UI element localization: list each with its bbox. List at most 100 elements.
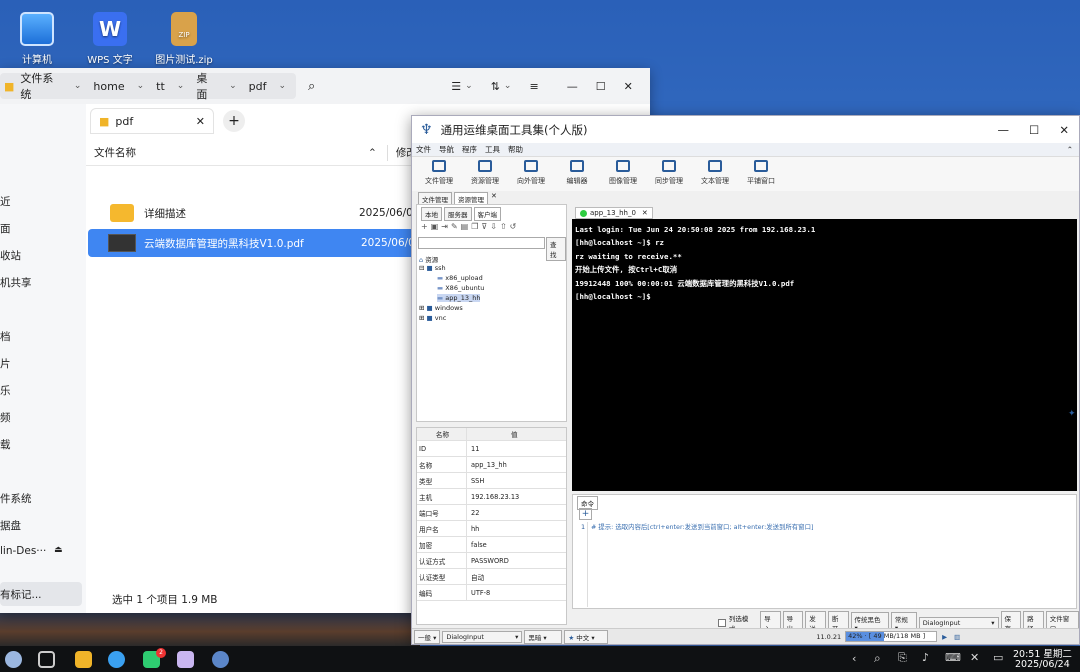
tray-expand-icon[interactable]: ‹: [852, 652, 856, 665]
column-name[interactable]: 文件名称: [94, 145, 136, 160]
sidebar-item[interactable]: 近: [0, 194, 11, 209]
desktop-icon-computer[interactable]: 计算机: [5, 12, 69, 66]
breadcrumb-item[interactable]: 文件系统: [14, 70, 67, 102]
trash-icon[interactable]: ▥: [954, 633, 960, 641]
menu-program[interactable]: 程序: [462, 144, 477, 155]
clock-time[interactable]: 20:51 星期二: [1013, 646, 1072, 660]
toolbar-resource[interactable]: 资源管理: [462, 157, 508, 186]
menu-icon[interactable]: ≡: [529, 80, 538, 93]
chevron-down-icon[interactable]: ⌄: [465, 81, 473, 91]
collapse-icon[interactable]: ⌃: [1067, 145, 1073, 154]
breadcrumb-item[interactable]: tt: [150, 80, 171, 93]
checkbox[interactable]: [718, 619, 726, 627]
notification-icon[interactable]: ▭: [993, 651, 1003, 664]
eject-icon[interactable]: ⏏: [54, 545, 63, 555]
list-view-icon[interactable]: ☰: [451, 80, 461, 93]
login-icon[interactable]: ⇥: [441, 222, 451, 231]
delete-icon[interactable]: ▤: [461, 222, 472, 231]
sidebar-item[interactable]: 件系统: [0, 491, 32, 506]
close-icon[interactable]: ✕: [624, 80, 633, 93]
breadcrumb-item[interactable]: home: [87, 80, 130, 93]
wrench-icon[interactable]: ✦: [1068, 409, 1076, 419]
breadcrumb-item[interactable]: 桌面: [190, 70, 223, 102]
session-tab[interactable]: app_13_hh_0 ✕: [575, 207, 653, 219]
search-icon[interactable]: ⌕: [874, 651, 881, 666]
sidebar-item[interactable]: 片: [0, 356, 11, 371]
menu-nav[interactable]: 导航: [439, 144, 454, 155]
sidebar-item[interactable]: 据盘: [0, 518, 21, 533]
language-select[interactable]: ★ 中文 ▾: [564, 629, 609, 644]
add-icon[interactable]: +: [421, 222, 431, 231]
close-icon[interactable]: ✕: [642, 209, 648, 217]
ops-tool-app-icon[interactable]: [212, 651, 229, 668]
sidebar-item[interactable]: 载: [0, 437, 11, 452]
browser-icon[interactable]: [108, 651, 125, 668]
command-editor[interactable]: # 提示: 选取内容后[ctrl+enter:发送到当前窗口; alt+ente…: [587, 522, 1065, 607]
chevron-down-icon[interactable]: ⌄: [68, 81, 88, 91]
network-disabled-icon[interactable]: ✕: [970, 651, 979, 664]
clock-date[interactable]: 2025/06/24: [1015, 659, 1070, 670]
toolbar-editor[interactable]: 编辑器: [554, 157, 600, 186]
tab-server[interactable]: 服务器: [444, 207, 472, 221]
add-tab-icon[interactable]: +: [223, 110, 245, 132]
minimize-icon[interactable]: —: [567, 80, 578, 93]
theme-dark-select[interactable]: 黑暗 ▾: [524, 629, 563, 644]
refresh-icon[interactable]: ↺: [510, 222, 520, 231]
sort-icon[interactable]: ⇅: [491, 80, 500, 93]
tab-local[interactable]: 本地: [421, 207, 442, 221]
close-icon[interactable]: ✕: [1059, 123, 1069, 137]
multitask-view-icon[interactable]: [38, 651, 55, 668]
terminal[interactable]: Last login: Tue Jun 24 20:50:08 2025 fro…: [572, 219, 1077, 491]
resource-search-input[interactable]: [418, 237, 545, 249]
tree-windows[interactable]: ⊞ ■ windows: [419, 304, 463, 312]
sidebar-item[interactable]: 面: [0, 221, 11, 236]
menu-file[interactable]: 文件: [416, 144, 431, 155]
copy-icon[interactable]: ❐: [471, 222, 481, 231]
toolbar-file-manage[interactable]: 文件管理: [416, 157, 462, 186]
sidebar-item[interactable]: 收站: [0, 248, 21, 263]
search-icon[interactable]: ⌕: [308, 79, 315, 94]
status-font-select[interactable]: DialogInput ▾: [442, 630, 523, 643]
file-manager-app-icon[interactable]: [75, 651, 92, 668]
export-icon[interactable]: ⇧: [500, 222, 510, 231]
breadcrumb-item[interactable]: pdf: [243, 80, 273, 93]
close-icon[interactable]: ✕: [196, 115, 205, 128]
mode-select[interactable]: 一般 ▾: [414, 629, 441, 644]
toolbar-external[interactable]: 向外管理: [508, 157, 554, 186]
desktop-icon-zip[interactable]: ZIP 图片测试.zip: [152, 12, 216, 66]
chevron-down-icon[interactable]: ⌄: [131, 81, 151, 91]
tab-pdf[interactable]: ■ pdf ✕: [90, 108, 214, 134]
import-icon[interactable]: ⇩: [490, 222, 500, 231]
menu-help[interactable]: 帮助: [508, 144, 523, 155]
text-editor-app-icon[interactable]: [177, 651, 194, 668]
play-icon[interactable]: ▶: [942, 633, 947, 641]
minimize-icon[interactable]: —: [998, 123, 1010, 137]
chevron-down-icon[interactable]: ⌄: [171, 81, 191, 91]
add-command-icon[interactable]: +: [579, 508, 592, 520]
toolbar-image[interactable]: 图像管理: [600, 157, 646, 186]
keyboard-icon[interactable]: ⌨: [945, 651, 961, 664]
tree-root[interactable]: ⌂ 资源: [419, 254, 438, 264]
maximize-icon[interactable]: ☐: [1029, 123, 1039, 137]
toolbar-sync[interactable]: 同步管理: [646, 157, 692, 186]
sidebar-item[interactable]: 机共享: [0, 275, 32, 290]
volume-icon[interactable]: ♪: [922, 651, 929, 664]
clipboard-icon[interactable]: ⎘: [898, 651, 907, 665]
edit-icon[interactable]: ✎: [451, 222, 461, 231]
search-button[interactable]: 查找: [546, 237, 566, 261]
start-menu-icon[interactable]: [5, 651, 22, 668]
toolbar-tile[interactable]: 平铺窗口: [738, 157, 784, 186]
toolbar-text[interactable]: 文本管理: [692, 157, 738, 186]
sort-up-icon[interactable]: ⌃: [368, 147, 377, 159]
folder-add-icon[interactable]: ▣: [431, 222, 442, 231]
tree-item[interactable]: ▬ x86_upload: [437, 274, 483, 282]
menu-tools[interactable]: 工具: [485, 144, 500, 155]
tab-client[interactable]: 客户端: [473, 207, 501, 221]
sidebar-item[interactable]: 有标记...: [0, 582, 82, 606]
sidebar-item[interactable]: 档: [0, 329, 11, 344]
filter-icon[interactable]: ⊽: [481, 222, 490, 231]
tree-item[interactable]: ▬ X86_ubuntu: [437, 284, 484, 292]
chevron-down-icon[interactable]: ⌄: [223, 81, 243, 91]
desktop-icon-wps[interactable]: W WPS 文字: [78, 12, 142, 66]
tree-vnc[interactable]: ⊞ ■ vnc: [419, 314, 446, 322]
